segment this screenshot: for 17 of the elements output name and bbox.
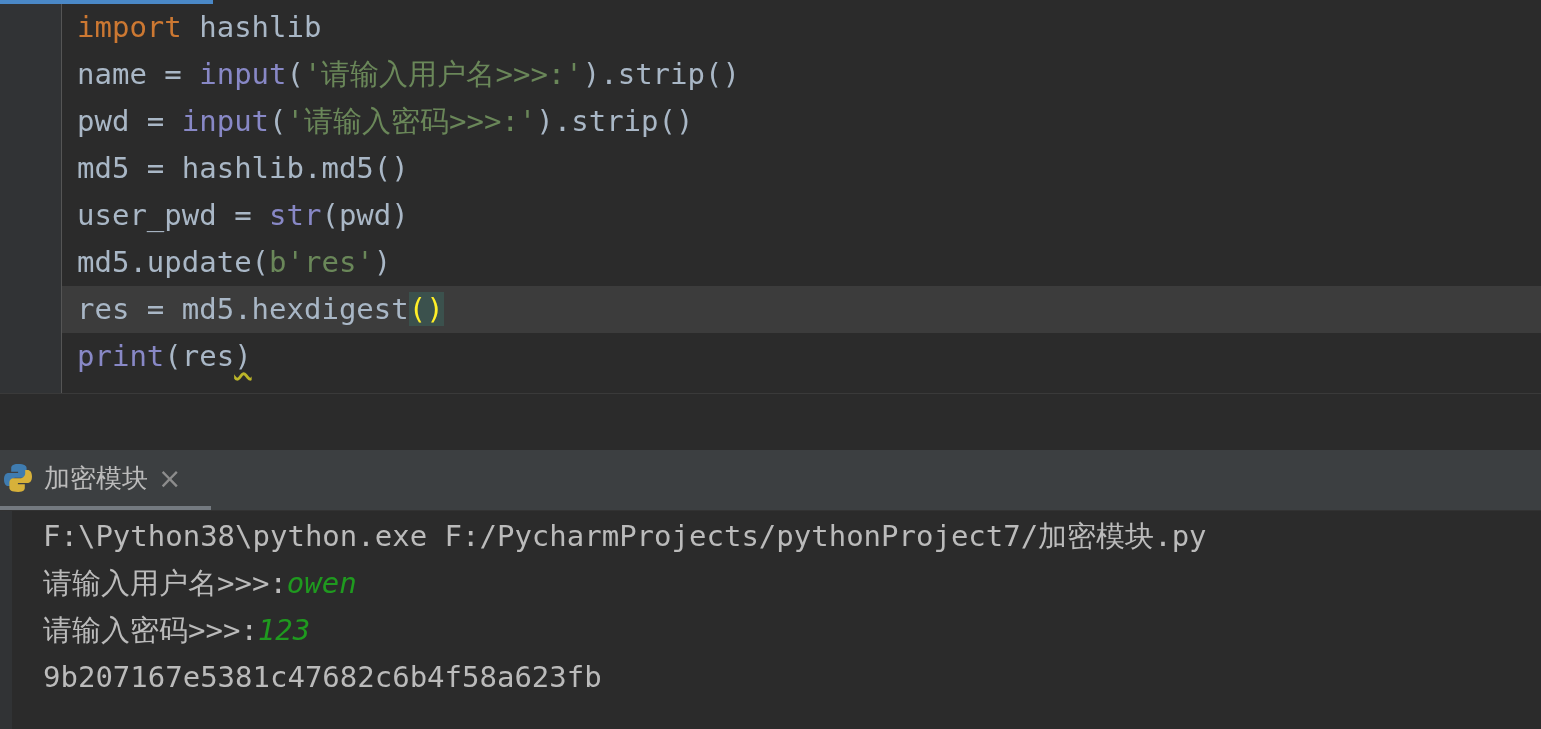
code-line: print(res): [76, 338, 253, 375]
code-line: name = input('请输入用户名>>>:').strip(): [76, 56, 741, 93]
code-line: import hashlib: [76, 9, 323, 46]
code-editor[interactable]: import hashlib name = input('请输入用户名>>>:').strip() pwd = input('请输入密码>>>:').strip() md5 = hashlib.md5() user_pwd = str(pwd) md5.update(b'res') res = md5.hexdigest() print(res): [0, 0, 1541, 394]
console-text: 请输入密码>>>:: [43, 613, 258, 647]
console-text: 请输入用户名>>>:: [43, 566, 287, 600]
typed-text: owen: [286, 566, 357, 600]
code-line: md5 = hashlib.md5(): [76, 150, 410, 187]
code-line: pwd = input('请输入密码>>>:').strip(): [76, 103, 695, 140]
console-text: F:\Python38\python.exe F:/PycharmProjects/pythonProject7/加密模块.py: [43, 519, 1207, 553]
close-icon[interactable]: ×: [158, 461, 182, 495]
console-text: 9b207167e5381c47682c6b4f58a623fb: [43, 660, 602, 694]
python-icon: [2, 462, 34, 494]
run-tab[interactable]: 加密模块 ×: [0, 450, 211, 510]
code-line: user_pwd = str(pwd): [76, 197, 410, 234]
code-line: md5.update(b'res'): [76, 244, 393, 281]
typed-text: 123: [257, 613, 311, 647]
